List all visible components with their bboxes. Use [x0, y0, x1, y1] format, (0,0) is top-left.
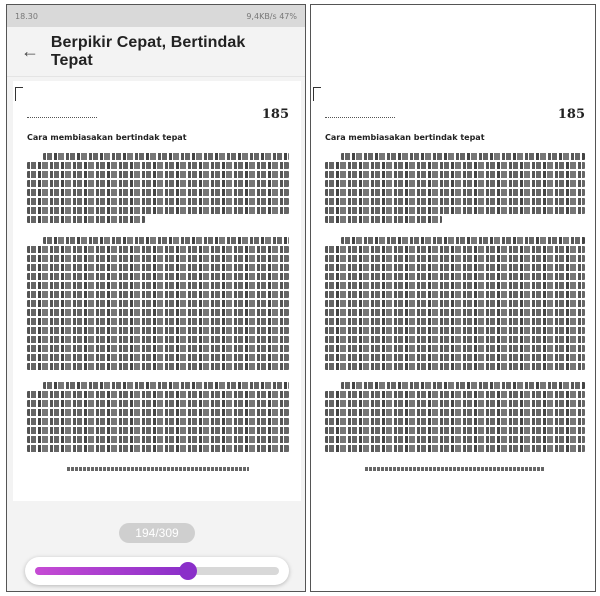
- page-corner-mark: [15, 87, 23, 101]
- chapter-heading: Cara membiasakan bertindak tepat: [325, 133, 485, 142]
- paragraph-3: [27, 382, 289, 454]
- text-line: [325, 399, 585, 408]
- page-footnote: [365, 467, 545, 471]
- running-header: [27, 117, 97, 118]
- text-line: [27, 272, 289, 281]
- text-line: [325, 335, 585, 344]
- paragraph-1: [325, 153, 585, 225]
- text-line: [27, 308, 289, 317]
- slider-track[interactable]: [35, 562, 279, 580]
- paragraph-3: [325, 382, 585, 454]
- text-line: [325, 344, 585, 352]
- paragraph-1: [27, 153, 289, 225]
- text-line: [325, 299, 585, 308]
- text-line: [27, 245, 289, 254]
- text-line: [325, 161, 585, 170]
- book-title: Berpikir Cepat, Bertindak Tepat: [50, 33, 246, 69]
- text-line: [27, 444, 289, 453]
- text-line: [27, 399, 289, 408]
- text-line: [325, 263, 585, 272]
- text-line: [325, 408, 585, 417]
- text-line: [27, 344, 289, 352]
- text-line: [325, 290, 585, 299]
- arrow-left-icon[interactable]: ←: [21, 41, 51, 62]
- text-line: [325, 435, 585, 444]
- page-number: 185: [557, 107, 585, 122]
- text-line: [325, 308, 585, 317]
- text-line: [27, 426, 289, 435]
- app-bar: ← Berpikir Cepat, Bertindak Tepat: [7, 27, 305, 77]
- slider-thumb[interactable]: [179, 562, 198, 580]
- text-line: [325, 426, 585, 435]
- chapter-heading: Cara membiasakan bertindak tepat: [27, 133, 187, 142]
- text-line: [325, 272, 585, 281]
- text-line: [27, 435, 289, 444]
- text-line: [325, 362, 585, 370]
- paragraph-2: [325, 237, 585, 372]
- text-line: [27, 188, 289, 197]
- text-line: [27, 197, 289, 206]
- text-line: [325, 317, 585, 326]
- text-line: [27, 179, 289, 188]
- text-line: [325, 444, 585, 453]
- status-bar: 18.30 9,4KB/s 47%: [7, 5, 305, 27]
- page-number: 185: [261, 107, 289, 122]
- text-line: [27, 215, 145, 224]
- scan-page-view: 185 Cara membiasakan bertindak tepat: [311, 81, 595, 501]
- page-corner-mark: [313, 87, 321, 101]
- text-line: [43, 382, 289, 390]
- text-line: [341, 382, 585, 390]
- text-line: [27, 362, 289, 370]
- text-line: [27, 417, 289, 426]
- text-line: [27, 170, 289, 179]
- text-line: [27, 290, 289, 299]
- text-line: [325, 417, 585, 426]
- page-footnote: [67, 467, 249, 471]
- book-page-view[interactable]: 185 Cara membiasakan bertindak tepat: [13, 81, 301, 501]
- text-line: [325, 245, 585, 254]
- phone-reader-screenshot: 18.30 9,4KB/s 47% ← Berpikir Cepat, Bert…: [6, 4, 306, 592]
- text-line: [27, 161, 289, 170]
- slider-fill: [35, 567, 189, 575]
- paragraph-2: [27, 237, 289, 372]
- text-line: [27, 390, 289, 399]
- text-line: [43, 237, 289, 245]
- text-line: [27, 353, 289, 361]
- text-line: [325, 281, 585, 290]
- scanned-book-page: 185 Cara membiasakan bertindak tepat: [310, 4, 596, 592]
- text-line: [325, 215, 442, 224]
- reading-progress: 194/309: [7, 523, 305, 585]
- text-line: [341, 153, 585, 161]
- text-line: [325, 179, 585, 188]
- text-line: [325, 197, 585, 206]
- text-line: [27, 254, 289, 263]
- running-header: [325, 117, 395, 118]
- text-line: [27, 206, 289, 215]
- text-line: [27, 326, 289, 335]
- text-line: [341, 237, 585, 245]
- text-line: [325, 326, 585, 335]
- text-line: [325, 390, 585, 399]
- page-counter-badge: 194/309: [119, 523, 195, 543]
- text-line: [27, 281, 289, 290]
- page-slider[interactable]: [25, 557, 289, 585]
- text-line: [325, 353, 585, 361]
- text-line: [325, 206, 585, 215]
- text-line: [27, 299, 289, 308]
- status-indicators: 9,4KB/s 47%: [246, 11, 297, 21]
- text-line: [325, 254, 585, 263]
- text-line: [27, 317, 289, 326]
- status-time: 18.30: [15, 11, 38, 21]
- text-line: [27, 263, 289, 272]
- text-line: [325, 188, 585, 197]
- text-line: [325, 170, 585, 179]
- text-line: [27, 408, 289, 417]
- text-line: [43, 153, 289, 161]
- text-line: [27, 335, 289, 344]
